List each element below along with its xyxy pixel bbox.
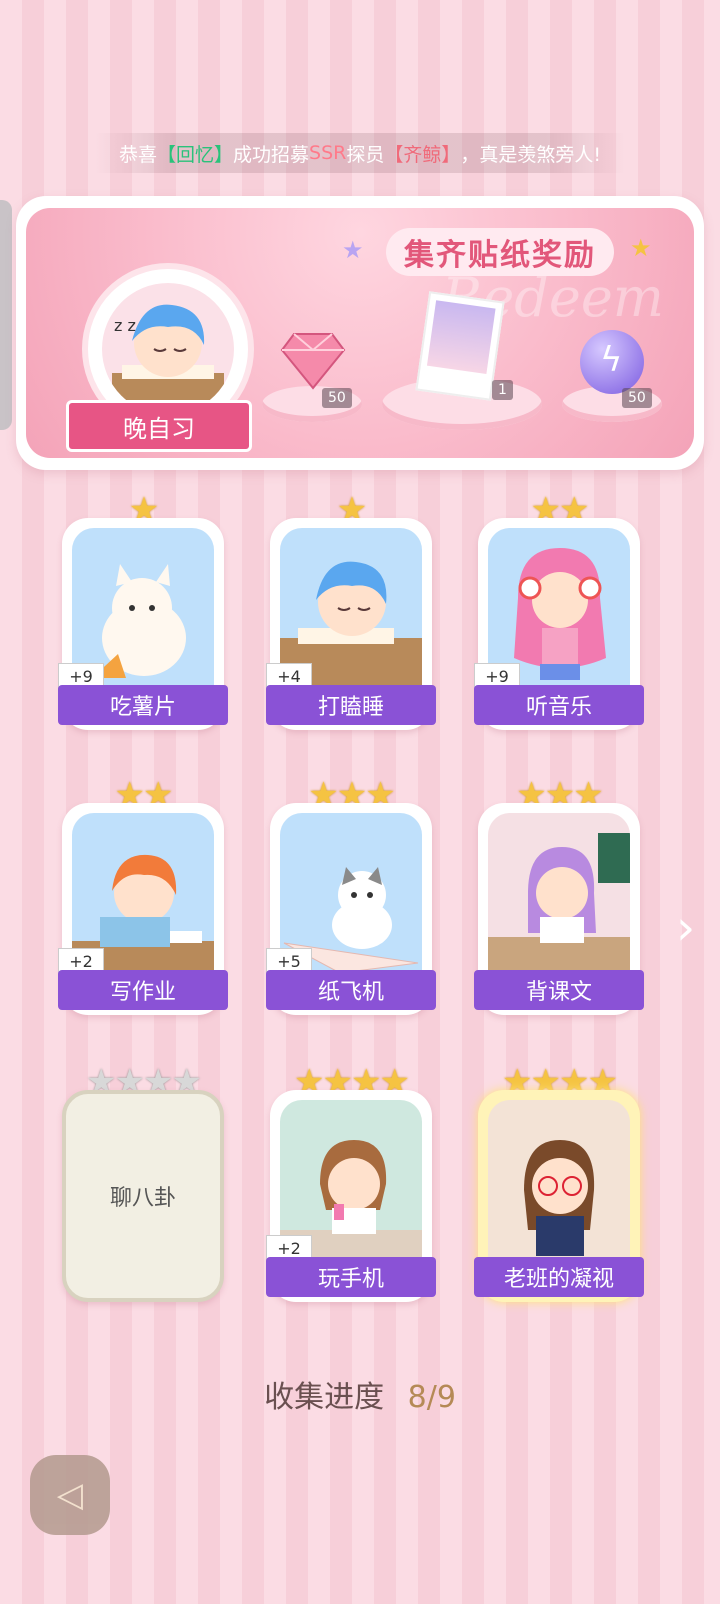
star-decoration-icon: ★ (342, 236, 364, 264)
sticker-card[interactable]: ★ +4 打瞌睡 (266, 490, 436, 730)
reward-count: 50 (622, 388, 652, 408)
reward-count: 50 (322, 388, 352, 408)
back-arrow-icon: ◁ (56, 1475, 84, 1515)
chevron-right-icon[interactable]: › (676, 900, 695, 956)
progress-label: 收集进度 (264, 1380, 385, 1415)
card-label: 听音乐 (474, 685, 644, 725)
reward-banner: Redeem ★ ★ 集齐贴纸奖励 z z 晚自习 50 1 ϟ 50 (16, 196, 704, 470)
sticker-card[interactable]: ★★★★ +2 玩手机 (266, 1062, 436, 1302)
banner-title: 集齐贴纸奖励 (386, 228, 614, 276)
card-label: 玩手机 (266, 1257, 436, 1297)
card-label: 纸飞机 (266, 970, 436, 1010)
progress-value: 8/9 (407, 1380, 456, 1415)
avatar-label: 晚自习 (66, 400, 252, 452)
announcement-ticker: 恭喜 【回忆】 成功招募 SSR 探员 【齐鲸】 ，真是羡煞旁人! (95, 133, 625, 173)
pink-gem-icon[interactable] (278, 328, 348, 392)
energy-orb-icon[interactable]: ϟ (580, 330, 644, 394)
sticker-card-rare[interactable]: ★★★★ 老班的凝视 (474, 1062, 644, 1302)
teacher-gaze-art (488, 1100, 630, 1280)
card-label: 写作业 (58, 970, 228, 1010)
card-label: 吃薯片 (58, 685, 228, 725)
back-button[interactable]: ◁ (30, 1455, 110, 1535)
ticker-suffix: ，真是羡煞旁人! (460, 143, 602, 166)
ticker-prefix: 恭喜 (118, 143, 157, 166)
ticker-middle: 成功招募 (233, 143, 310, 166)
card-label: 背课文 (474, 970, 644, 1010)
card-label: 老班的凝视 (474, 1257, 644, 1297)
ticker-player-name: 【回忆】 (157, 143, 234, 166)
ticker-role: 探员 (346, 143, 385, 166)
svg-text:z z: z z (114, 316, 136, 335)
star-decoration-icon: ★ (630, 234, 652, 262)
card-label: 打瞌睡 (266, 685, 436, 725)
sleeping-boy-avatar: z z (102, 283, 234, 415)
sticker-card-locked[interactable]: ★★★★ 聊八卦 (62, 1062, 224, 1302)
sticker-card[interactable]: ★★★ 背课文 (474, 775, 644, 1015)
ticker-rank: SSR (309, 142, 347, 164)
sticker-card[interactable]: ★ +9 吃薯片 (58, 490, 228, 730)
reward-count: 1 (492, 380, 513, 400)
ticker-target: 【齐鲸】 (384, 143, 461, 166)
reciting-girl-art (488, 813, 630, 993)
card-label: 聊八卦 (109, 1186, 176, 1211)
sticker-card[interactable]: ★★ +9 听音乐 (474, 490, 644, 730)
sticker-card[interactable]: ★★ +2 写作业 (58, 775, 228, 1015)
collection-progress: 收集进度 8/9 (0, 1372, 720, 1416)
side-drawer-handle[interactable] (0, 200, 12, 430)
sticker-card[interactable]: ★★★ +5 纸飞机 (266, 775, 436, 1015)
